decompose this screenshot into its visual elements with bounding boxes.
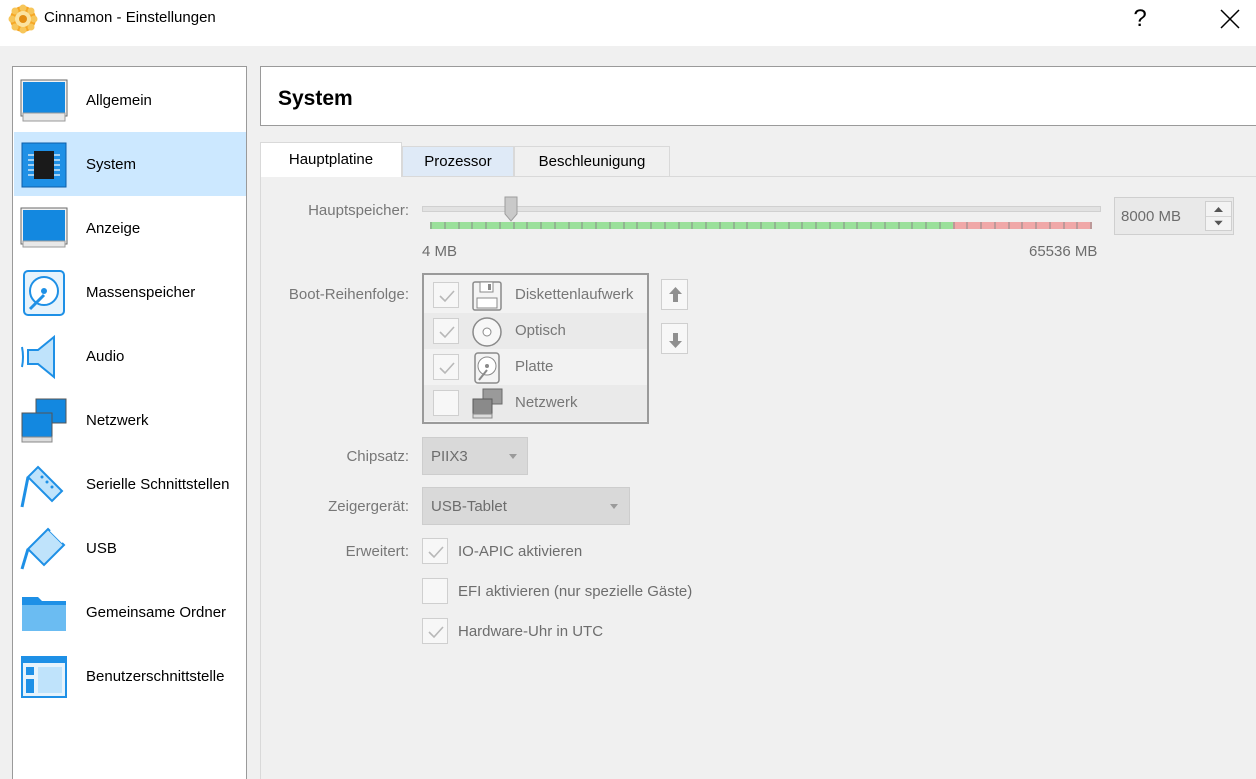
spin-up-icon[interactable] [1206, 202, 1231, 216]
sidebar-item-label: Massenspeicher [86, 284, 196, 301]
title-bar: Cinnamon - Einstellungen ? [0, 0, 1256, 46]
tab-motherboard[interactable]: Hauptplatine [260, 142, 402, 177]
boot-item-optical[interactable]: Optisch [424, 313, 647, 349]
check-icon [428, 546, 444, 559]
sidebar-item-label: System [86, 156, 137, 173]
serial-cable-icon [20, 465, 64, 508]
check-icon [439, 326, 455, 339]
pointing-device-value: USB-Tablet [431, 498, 507, 515]
settings-sidebar: Allgemein System Anzeige Massenspeicher … [12, 66, 247, 779]
chevron-down-icon [610, 504, 618, 509]
chevron-down-icon [509, 454, 517, 459]
sidebar-item-display[interactable]: Anzeige [14, 196, 246, 260]
system-chip-icon [21, 142, 67, 188]
arrow-up-icon [669, 287, 682, 302]
sidebar-item-system[interactable]: System [14, 132, 246, 196]
chipset-combobox[interactable]: PIIX3 [422, 437, 528, 475]
sidebar-item-usb[interactable]: USB [14, 516, 246, 580]
efi-label: EFI aktivieren (nur spezielle Gäste) [458, 583, 693, 600]
boot-order-label: Boot-Reihenfolge: [288, 286, 409, 303]
virtualbox-app-icon [8, 4, 38, 34]
arrow-down-icon [669, 333, 682, 348]
sidebar-item-label: Serielle Schnittstellen [86, 476, 230, 493]
sidebar-item-label: Allgemein [86, 92, 152, 109]
sidebar-item-label: Benutzerschnittstelle [86, 668, 225, 685]
boot-item-network[interactable]: Netzwerk [424, 385, 647, 421]
sidebar-item-user-interface[interactable]: Benutzerschnittstelle [14, 644, 246, 708]
usb-icon [20, 526, 67, 570]
sidebar-item-label: Netzwerk [86, 412, 149, 429]
page-header: System [260, 66, 1256, 126]
page-title: System [278, 87, 353, 110]
folder-icon [22, 597, 66, 631]
memory-min-label: 4 MB [422, 243, 458, 260]
memory-label: Hauptspeicher: [308, 202, 409, 219]
storage-disk-icon [23, 270, 65, 316]
boot-item-floppy[interactable]: Diskettenlaufwerk [424, 277, 647, 313]
optical-disc-icon [472, 317, 502, 347]
memory-spinbox-value: 8000 MB [1121, 208, 1182, 225]
efi-checkbox[interactable] [422, 578, 448, 604]
boot-item-checkbox[interactable] [433, 282, 459, 308]
memory-spinbox[interactable]: 8000 MB [1114, 197, 1234, 235]
boot-item-checkbox[interactable] [433, 318, 459, 344]
extended-label: Erweitert: [345, 543, 409, 560]
display-monitor-icon [20, 207, 68, 248]
sidebar-item-label: USB [86, 540, 117, 557]
tab-content-panel [260, 176, 1256, 779]
sidebar-item-label: Gemeinsame Ordner [86, 604, 227, 621]
ui-window-icon [21, 656, 67, 698]
speaker-icon [21, 334, 55, 380]
check-icon [439, 290, 455, 303]
boot-move-up-button[interactable] [661, 279, 688, 310]
boot-item-label: Platte [515, 358, 554, 375]
window-title: Cinnamon - Einstellungen [44, 9, 216, 26]
chipset-value: PIIX3 [431, 448, 468, 465]
pointing-device-combobox[interactable]: USB-Tablet [422, 487, 630, 525]
sidebar-item-storage[interactable]: Massenspeicher [14, 260, 246, 324]
close-icon[interactable] [1212, 2, 1248, 36]
boot-order-list: Diskettenlaufwerk Optisch Platte Netzwer… [422, 273, 649, 424]
io-apic-checkbox[interactable] [422, 538, 448, 564]
chipset-label: Chipsatz: [346, 448, 409, 465]
memory-max-label: 65536 MB [1029, 243, 1098, 260]
check-icon [428, 626, 444, 639]
check-icon [439, 362, 455, 375]
boot-item-label: Netzwerk [515, 394, 578, 411]
pointing-device-label: Zeigergerät: [328, 498, 409, 515]
sidebar-item-network[interactable]: Netzwerk [14, 388, 246, 452]
boot-item-label: Diskettenlaufwerk [515, 286, 634, 303]
sidebar-item-general[interactable]: Allgemein [14, 68, 246, 132]
io-apic-label: IO-APIC aktivieren [458, 543, 583, 560]
memory-slider-ticks [430, 222, 1092, 229]
hardware-clock-utc-checkbox[interactable] [422, 618, 448, 644]
sidebar-item-label: Anzeige [86, 220, 141, 237]
sidebar-item-serial[interactable]: Serielle Schnittstellen [14, 452, 246, 516]
memory-spin-buttons [1205, 201, 1232, 231]
boot-item-label: Optisch [515, 322, 566, 339]
sidebar-item-label: Audio [86, 348, 125, 365]
tab-processor[interactable]: Prozessor [402, 146, 514, 176]
network-icon [21, 398, 67, 443]
spin-down-icon[interactable] [1206, 216, 1231, 230]
tab-acceleration[interactable]: Beschleunigung [514, 146, 670, 176]
hardware-clock-utc-label: Hardware-Uhr in UTC [458, 623, 604, 640]
boot-move-down-button[interactable] [661, 323, 688, 354]
boot-item-checkbox[interactable] [433, 390, 459, 416]
general-monitor-icon [20, 79, 68, 122]
memory-safe-range [430, 222, 953, 229]
hard-disk-icon [474, 352, 500, 384]
boot-item-hard-disk[interactable]: Platte [424, 349, 647, 385]
boot-item-checkbox[interactable] [433, 354, 459, 380]
sidebar-item-audio[interactable]: Audio [14, 324, 246, 388]
floppy-icon [472, 281, 502, 311]
help-button[interactable]: ? [1124, 2, 1156, 36]
sidebar-item-shared-folders[interactable]: Gemeinsame Ordner [14, 580, 246, 644]
memory-slider-track[interactable] [422, 206, 1101, 212]
memory-slider-thumb[interactable] [504, 196, 518, 222]
network-icon [472, 388, 503, 419]
